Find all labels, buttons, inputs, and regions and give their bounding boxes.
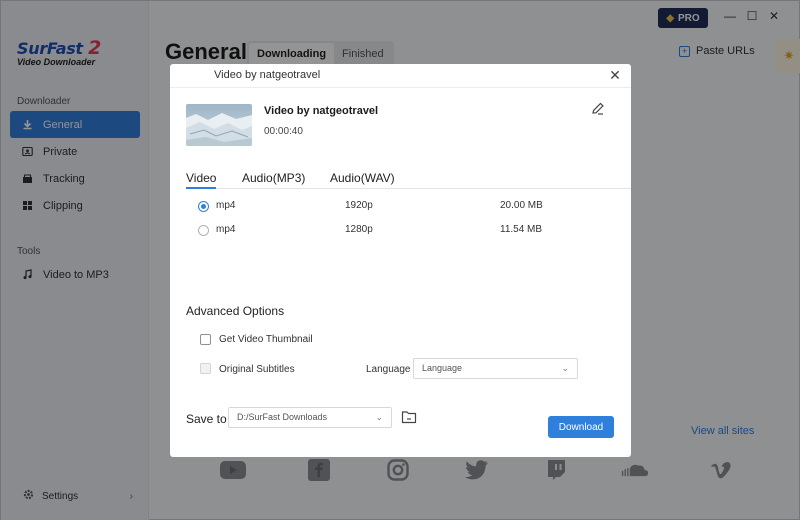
tab-audio-wav[interactable]: Audio(WAV) xyxy=(330,171,395,189)
advanced-options-title: Advanced Options xyxy=(186,304,285,318)
subtitles-checkbox[interactable] xyxy=(200,363,211,374)
save-path-value: D:/SurFast Downloads xyxy=(237,412,328,422)
format-option-row[interactable]: mp4 1280p 11.54 MB xyxy=(198,224,618,238)
radio-unselected[interactable] xyxy=(198,225,209,236)
option-size: 20.00 MB xyxy=(500,200,543,211)
video-thumbnail xyxy=(186,104,252,146)
subtitles-label: Original Subtitles xyxy=(219,364,295,375)
save-path-select[interactable]: D:/SurFast Downloads ⌄ xyxy=(228,407,392,428)
language-label: Language xyxy=(366,364,411,375)
dialog-header: Video by natgeotravel ✕ xyxy=(170,64,631,88)
option-resolution: 1920p xyxy=(345,200,373,211)
option-format: mp4 xyxy=(216,200,236,211)
chevron-down-icon: ⌄ xyxy=(375,412,383,422)
format-option-row[interactable]: mp4 1920p 20.00 MB xyxy=(198,200,618,214)
folder-icon[interactable] xyxy=(401,410,417,424)
chevron-down-icon: ⌄ xyxy=(561,363,569,373)
option-format: mp4 xyxy=(216,224,236,235)
option-size: 11.54 MB xyxy=(500,224,543,235)
option-resolution: 1280p xyxy=(345,224,373,235)
dialog-title: Video by natgeotravel xyxy=(214,69,321,81)
thumbnail-label: Get Video Thumbnail xyxy=(219,334,313,345)
download-button[interactable]: Download xyxy=(548,416,614,438)
tab-audio-mp3[interactable]: Audio(MP3) xyxy=(242,171,305,189)
radio-selected[interactable] xyxy=(198,201,209,212)
edit-icon[interactable] xyxy=(590,101,606,117)
close-icon[interactable]: ✕ xyxy=(607,67,623,84)
video-duration: 00:00:40 xyxy=(264,126,303,137)
download-dialog: Video by natgeotravel ✕ Video by natgeot… xyxy=(170,64,631,457)
tab-video[interactable]: Video xyxy=(186,171,217,189)
save-to-label: Save to xyxy=(186,412,227,426)
video-title: Video by natgeotravel xyxy=(264,105,379,117)
language-select-value: Language xyxy=(422,363,463,373)
format-tabs: Video Audio(MP3) Audio(WAV) xyxy=(186,171,631,189)
language-select[interactable]: Language ⌄ xyxy=(413,358,578,379)
thumbnail-checkbox[interactable] xyxy=(200,334,211,345)
